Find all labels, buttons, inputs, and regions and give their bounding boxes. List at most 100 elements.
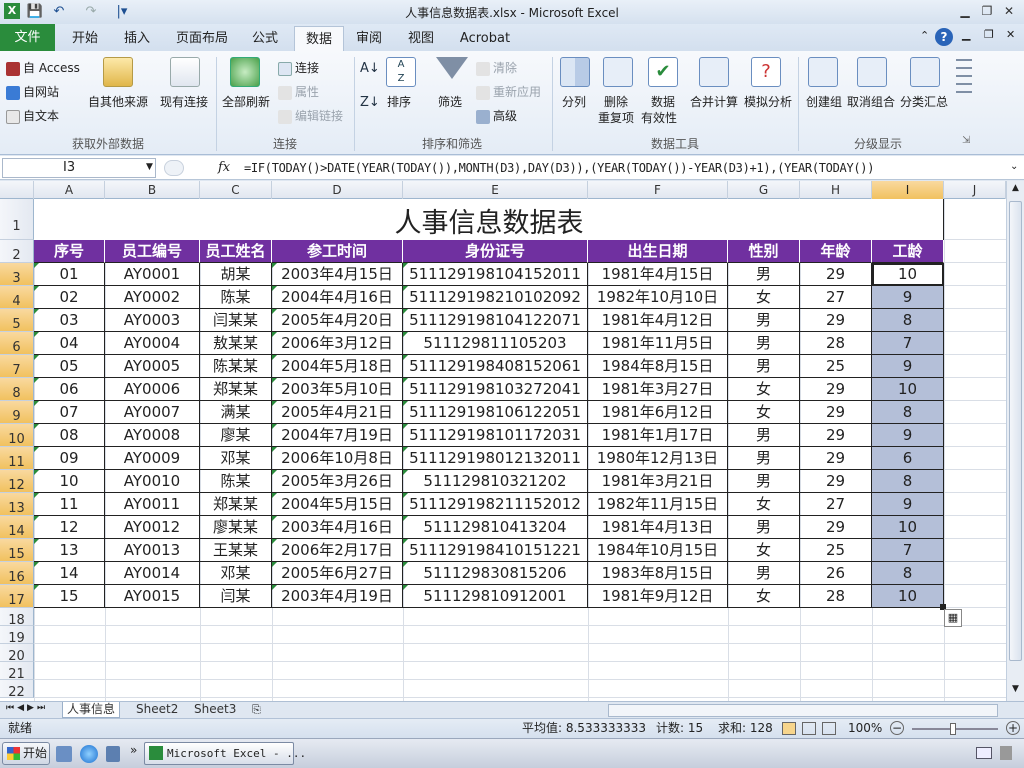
table-cell[interactable]: 男	[728, 562, 800, 585]
table-cell[interactable]: 女	[728, 286, 800, 309]
seniority-cell[interactable]: 10	[872, 585, 944, 608]
table-cell[interactable]: 1981年1月17日	[588, 424, 728, 447]
seniority-cell[interactable]: 9	[872, 286, 944, 309]
table-cell[interactable]: 01	[34, 263, 105, 286]
taskbar-excel-button[interactable]: Microsoft Excel - ...	[144, 742, 306, 765]
row-header-6[interactable]: 6	[0, 332, 34, 355]
table-cell[interactable]: 1983年8月15日	[588, 562, 728, 585]
table-cell[interactable]: 07	[34, 401, 105, 424]
header-cell[interactable]: 身份证号	[403, 240, 588, 263]
seniority-cell[interactable]: 8	[872, 401, 944, 424]
table-cell[interactable]: 29	[800, 401, 872, 424]
column-header-a[interactable]: A	[34, 181, 105, 199]
name-box[interactable]: I3	[2, 158, 156, 178]
sheet-nav-icon[interactable]: ⏮◀▶⏭	[6, 703, 48, 713]
table-cell[interactable]: 511129810413204	[403, 516, 588, 539]
table-cell[interactable]: 27	[800, 493, 872, 516]
table-cell[interactable]: 陈某某	[200, 355, 272, 378]
seniority-cell[interactable]: 8	[872, 470, 944, 493]
table-cell[interactable]: 1980年12月13日	[588, 447, 728, 470]
table-cell[interactable]: 2003年4月19日	[272, 585, 403, 608]
scroll-thumb[interactable]	[1009, 201, 1022, 661]
table-cell[interactable]: AY0014	[105, 562, 200, 585]
table-cell[interactable]: 511129811105203	[403, 332, 588, 355]
from-access-button[interactable]: 自 Access	[6, 59, 80, 76]
zoom-in-icon[interactable]: +	[1006, 721, 1020, 735]
table-cell[interactable]: AY0011	[105, 493, 200, 516]
name-box-dropdown-icon[interactable]: ▼	[146, 162, 153, 172]
table-cell[interactable]: 廖某	[200, 424, 272, 447]
table-cell[interactable]: 29	[800, 470, 872, 493]
table-cell[interactable]: 1981年3月21日	[588, 470, 728, 493]
ie-icon[interactable]	[80, 745, 98, 763]
column-header-d[interactable]: D	[272, 181, 403, 199]
seniority-cell[interactable]: 10	[872, 263, 944, 286]
tab-insert[interactable]: 插入	[112, 26, 162, 51]
table-cell[interactable]: AY0013	[105, 539, 200, 562]
tab-review[interactable]: 审阅	[346, 26, 392, 51]
table-cell[interactable]: 29	[800, 424, 872, 447]
select-all-corner[interactable]	[0, 181, 34, 199]
zoom-out-icon[interactable]: −	[890, 721, 904, 735]
from-text-button[interactable]: 自文本	[6, 107, 59, 124]
insert-function-icon[interactable]: fx	[218, 160, 230, 175]
other-sources-button[interactable]	[100, 57, 133, 87]
table-cell[interactable]: 04	[34, 332, 105, 355]
seniority-cell[interactable]: 8	[872, 562, 944, 585]
table-cell[interactable]: 511129198103272041	[403, 378, 588, 401]
table-cell[interactable]: 2005年4月21日	[272, 401, 403, 424]
table-cell[interactable]: 10	[34, 470, 105, 493]
table-cell[interactable]: 2003年4月15日	[272, 263, 403, 286]
workbook-minimize-icon[interactable]: ▁	[962, 28, 970, 41]
table-cell[interactable]: 1984年10月15日	[588, 539, 728, 562]
show-detail-icon[interactable]	[956, 59, 972, 99]
row-header-20[interactable]: 20	[0, 644, 34, 664]
table-cell[interactable]: AY0010	[105, 470, 200, 493]
row-header-7[interactable]: 7	[0, 355, 34, 378]
table-cell[interactable]: 511129198408152061	[403, 355, 588, 378]
table-cell[interactable]: 2006年2月17日	[272, 539, 403, 562]
table-cell[interactable]: 满某	[200, 401, 272, 424]
table-cell[interactable]: 29	[800, 309, 872, 332]
table-cell[interactable]: 1981年9月12日	[588, 585, 728, 608]
table-cell[interactable]: 邓某	[200, 447, 272, 470]
table-cell[interactable]: 2006年10月8日	[272, 447, 403, 470]
table-cell[interactable]: AY0002	[105, 286, 200, 309]
ungroup-button[interactable]	[857, 57, 887, 87]
table-cell[interactable]: 08	[34, 424, 105, 447]
normal-view-icon[interactable]	[782, 722, 796, 735]
workbook-restore-icon[interactable]: ❐	[984, 28, 994, 41]
table-cell[interactable]: 邓某	[200, 562, 272, 585]
header-cell[interactable]: 员工姓名	[200, 240, 272, 263]
table-cell[interactable]: AY0012	[105, 516, 200, 539]
connections-button[interactable]: 连接	[278, 59, 319, 76]
column-header-g[interactable]: G	[728, 181, 800, 199]
horizontal-scrollbar[interactable]	[608, 704, 998, 717]
table-cell[interactable]: AY0005	[105, 355, 200, 378]
refresh-all-button[interactable]	[230, 57, 260, 87]
table-cell[interactable]: 郑某某	[200, 493, 272, 516]
tab-acrobat[interactable]: Acrobat	[452, 26, 518, 51]
table-cell[interactable]: AY0008	[105, 424, 200, 447]
table-cell[interactable]: 12	[34, 516, 105, 539]
table-cell[interactable]: 女	[728, 585, 800, 608]
row-header-21[interactable]: 21	[0, 662, 34, 682]
sort-asc-icon[interactable]: A↓	[360, 61, 380, 76]
table-cell[interactable]: 2004年5月18日	[272, 355, 403, 378]
table-cell[interactable]: 2004年5月15日	[272, 493, 403, 516]
expand-formula-icon[interactable]: ⌄	[1010, 161, 1018, 172]
filter-icon[interactable]	[436, 57, 468, 79]
table-cell[interactable]: 27	[800, 286, 872, 309]
table-cell[interactable]: 29	[800, 263, 872, 286]
row-header-22[interactable]: 22	[0, 680, 34, 700]
table-cell[interactable]: 511129198101172031	[403, 424, 588, 447]
tab-data[interactable]: 数据	[294, 26, 344, 51]
table-cell[interactable]: AY0001	[105, 263, 200, 286]
insert-sheet-icon[interactable]: ⎘	[252, 703, 261, 717]
table-cell[interactable]: 14	[34, 562, 105, 585]
formula-input[interactable]: =IF(TODAY()>DATE(YEAR(TODAY()),MONTH(D3)…	[244, 159, 1004, 179]
tray-icon[interactable]	[1000, 746, 1012, 760]
table-cell[interactable]: 511129198012132011	[403, 447, 588, 470]
quick-launch-icon[interactable]	[56, 746, 72, 762]
row-header-13[interactable]: 13	[0, 493, 34, 516]
